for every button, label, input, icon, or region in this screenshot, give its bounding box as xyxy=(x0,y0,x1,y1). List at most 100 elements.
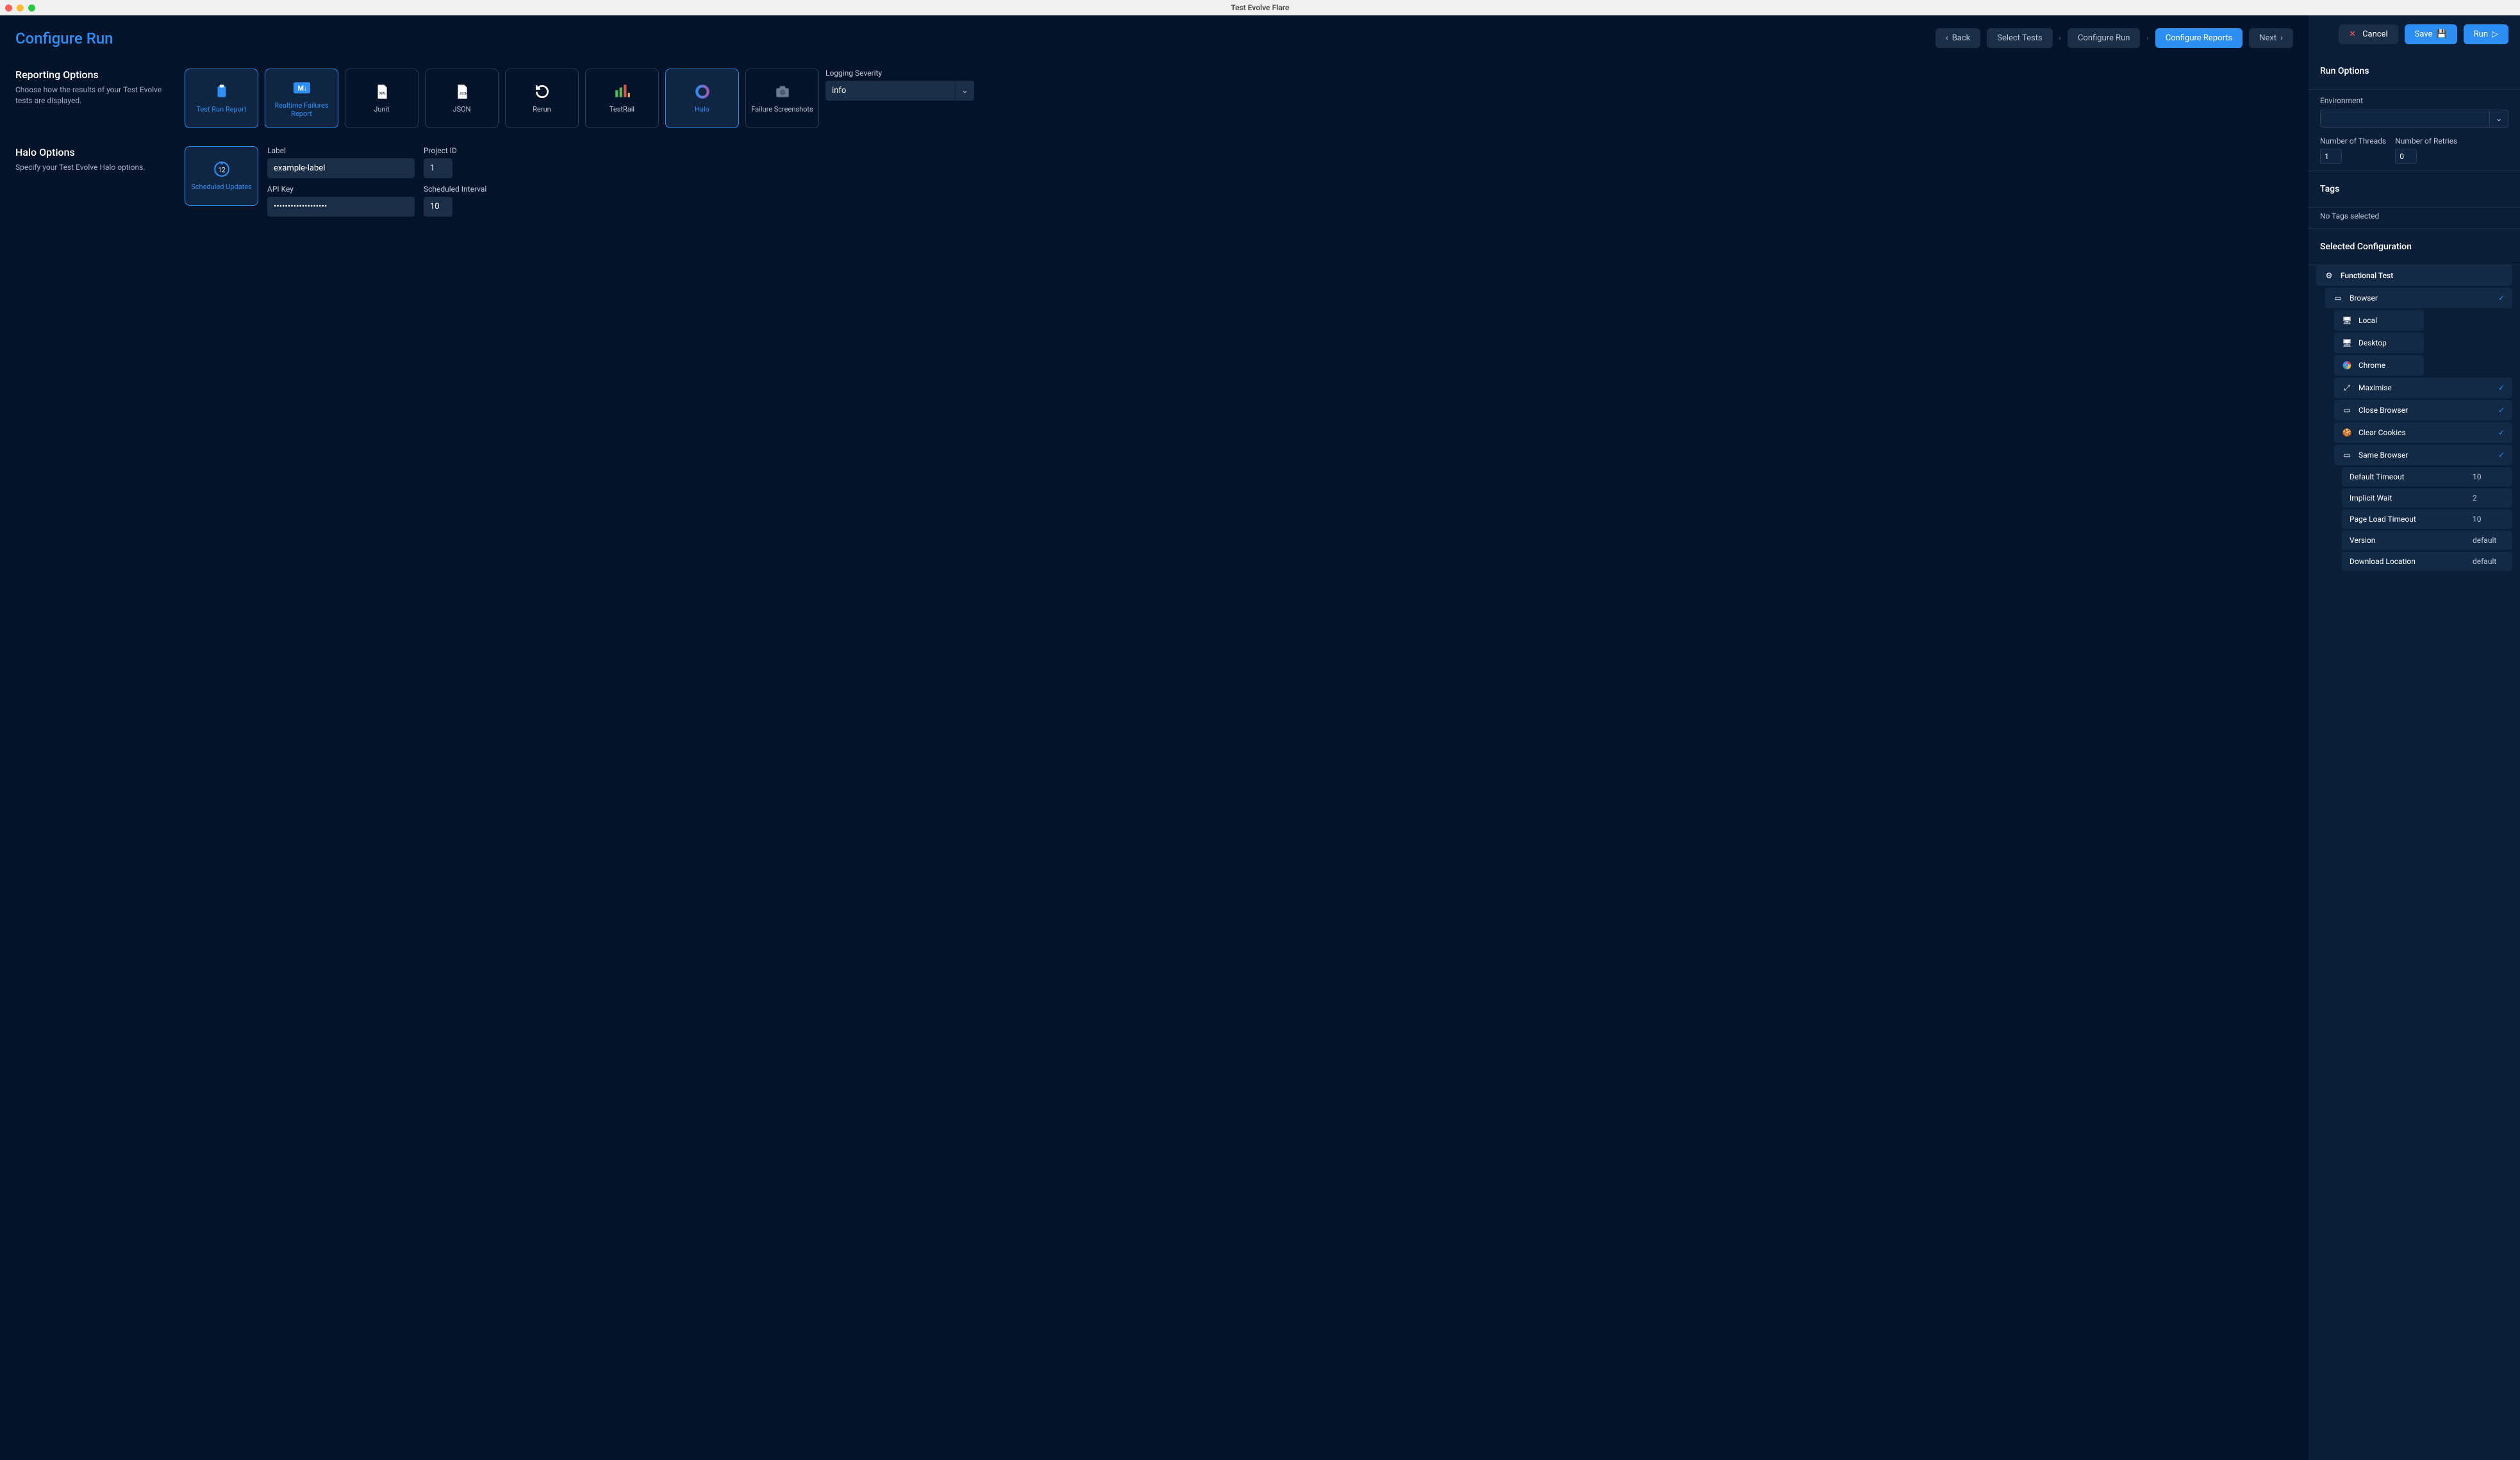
monitor-icon: 🖥 xyxy=(2342,315,2352,326)
camera-icon xyxy=(774,83,791,100)
markdown-icon: M↓ xyxy=(294,79,310,96)
check-icon: ✓ xyxy=(2498,406,2505,415)
retries-input[interactable] xyxy=(2395,149,2417,164)
back-button-label: Back xyxy=(1952,33,1971,43)
config-page-load-timeout[interactable]: Page Load Timeout 10 xyxy=(2342,510,2512,529)
config-clear-cookies[interactable]: 🍪 Clear Cookies ✓ xyxy=(2334,422,2512,443)
halo-options-desc: Specify your Test Evolve Halo options. xyxy=(15,162,169,173)
config-download-location[interactable]: Download Location default xyxy=(2342,552,2512,571)
step-select-tests[interactable]: Select Tests xyxy=(1987,28,2052,48)
gears-icon: ⚙ xyxy=(2324,270,2334,281)
run-button[interactable]: Run ▷ xyxy=(2464,24,2508,44)
chevron-right-icon: › xyxy=(2059,34,2061,42)
svg-text:XML: XML xyxy=(379,92,386,95)
refresh-icon xyxy=(534,83,551,100)
step-configure-run[interactable]: Configure Run xyxy=(2068,28,2141,48)
check-icon: ✓ xyxy=(2498,383,2505,392)
config-version[interactable]: Version default xyxy=(2342,531,2512,550)
card-json[interactable]: JSON JSON xyxy=(425,69,499,128)
no-tags-text: No Tags selected xyxy=(2309,208,2520,228)
reporting-options-desc: Choose how the results of your Test Evol… xyxy=(15,85,169,106)
project-id-label: Project ID xyxy=(424,146,457,155)
config-local[interactable]: 🖥 Local xyxy=(2334,310,2424,331)
titlebar: Test Evolve Flare xyxy=(0,0,2520,15)
dropdown-icon[interactable]: ⌄ xyxy=(2489,110,2508,128)
chevron-right-icon: › xyxy=(2146,34,2148,42)
card-label: Scheduled Updates xyxy=(191,183,252,191)
chevron-left-icon: ‹ xyxy=(1946,33,1948,43)
check-icon: ✓ xyxy=(2498,294,2505,303)
config-close-browser[interactable]: ▭ Close Browser ✓ xyxy=(2334,400,2512,420)
selected-config-title: Selected Configuration xyxy=(2320,235,2508,258)
json-file-icon: JSON xyxy=(454,83,470,100)
config-same-browser[interactable]: ▭ Same Browser ✓ xyxy=(2334,445,2512,465)
config-browser[interactable]: ▭ Browser ✓ xyxy=(2325,288,2512,308)
label-input[interactable] xyxy=(267,158,415,178)
browser-icon: ▭ xyxy=(2333,293,2343,303)
config-implicit-wait[interactable]: Implicit Wait 2 xyxy=(2342,488,2512,508)
project-id-input[interactable] xyxy=(424,158,452,178)
card-realtime-failures[interactable]: M↓ Realtime Failures Report xyxy=(265,69,338,128)
clipboard-icon xyxy=(213,83,230,100)
tags-title: Tags xyxy=(2320,178,2508,201)
run-button-label: Run xyxy=(2474,29,2488,39)
config-functional-test[interactable]: ⚙ Functional Test xyxy=(2316,265,2512,286)
config-chrome[interactable]: Chrome xyxy=(2334,355,2424,376)
next-button[interactable]: Next › xyxy=(2249,28,2293,48)
threads-label: Number of Threads xyxy=(2320,137,2386,145)
chevron-right-icon: › xyxy=(2280,33,2283,43)
config-default-timeout[interactable]: Default Timeout 10 xyxy=(2342,467,2512,486)
card-label: Failure Screenshots xyxy=(751,105,813,113)
scheduled-interval-label: Scheduled Interval xyxy=(424,185,486,194)
calendar-icon: 12 xyxy=(213,161,230,178)
x-icon: ✕ xyxy=(2349,29,2356,39)
window-controls xyxy=(5,4,35,12)
next-button-label: Next xyxy=(2259,33,2276,43)
label-label: Label xyxy=(267,146,415,155)
xml-file-icon: XML xyxy=(374,83,390,100)
save-icon: 💾 xyxy=(2436,29,2446,39)
card-label: Rerun xyxy=(533,105,551,113)
scheduled-interval-input[interactable] xyxy=(424,197,452,217)
step-configure-reports[interactable]: Configure Reports xyxy=(2155,28,2242,48)
logging-severity-label: Logging Severity xyxy=(825,69,974,78)
dropdown-icon[interactable]: ⌄ xyxy=(955,81,974,101)
api-key-input[interactable] xyxy=(267,197,415,217)
config-maximise[interactable]: ⤢ Maximise ✓ xyxy=(2334,377,2512,398)
threads-input[interactable] xyxy=(2320,149,2342,164)
logging-severity-select[interactable] xyxy=(825,81,955,101)
minimize-window-button[interactable] xyxy=(17,4,24,12)
svg-text:12: 12 xyxy=(218,167,225,174)
card-label: Halo xyxy=(695,105,709,113)
card-rerun[interactable]: Rerun xyxy=(505,69,579,128)
card-scheduled-updates[interactable]: 12 Scheduled Updates xyxy=(185,146,258,206)
card-junit[interactable]: XML Junit xyxy=(345,69,419,128)
card-test-run-report[interactable]: Test Run Report xyxy=(185,69,258,128)
card-halo[interactable]: Halo xyxy=(665,69,739,128)
cancel-button-label: Cancel xyxy=(2362,29,2388,39)
check-icon: ✓ xyxy=(2498,428,2505,437)
monitor-icon: 🖥 xyxy=(2342,338,2352,348)
environment-select[interactable] xyxy=(2320,110,2489,128)
cancel-button[interactable]: ✕ Cancel xyxy=(2339,24,2398,44)
close-window-button[interactable] xyxy=(5,4,12,12)
maximize-window-button[interactable] xyxy=(28,4,35,12)
config-desktop[interactable]: 🖥 Desktop xyxy=(2334,333,2424,353)
reporting-options-title: Reporting Options xyxy=(15,69,169,81)
card-testrail[interactable]: TestRail xyxy=(585,69,659,128)
card-label: Junit xyxy=(374,105,389,113)
card-label: Realtime Failures Report xyxy=(270,101,333,118)
card-label: TestRail xyxy=(609,105,634,113)
card-label: JSON xyxy=(452,105,470,113)
save-button[interactable]: Save 💾 xyxy=(2405,24,2457,44)
page-title: Configure Run xyxy=(15,29,113,47)
cookie-icon: 🍪 xyxy=(2342,427,2352,438)
testrail-icon xyxy=(614,83,631,100)
card-label: Test Run Report xyxy=(196,105,246,113)
back-button[interactable]: ‹ Back xyxy=(1936,28,1980,48)
check-icon: ✓ xyxy=(2498,451,2505,460)
play-icon: ▷ xyxy=(2492,29,2498,39)
browser-icon: ▭ xyxy=(2342,405,2352,415)
card-failure-screenshots[interactable]: Failure Screenshots xyxy=(745,69,819,128)
environment-label: Environment xyxy=(2320,96,2363,105)
